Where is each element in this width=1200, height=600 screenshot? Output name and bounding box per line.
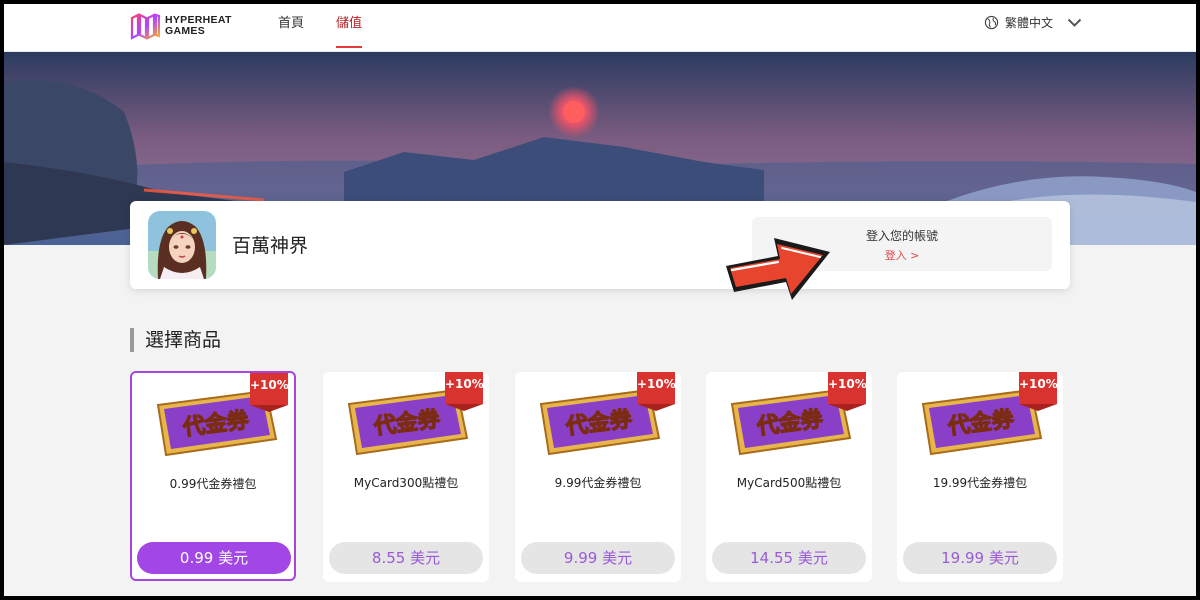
game-title: 百萬神界 xyxy=(232,235,309,257)
bonus-badge: +10% xyxy=(1019,372,1058,411)
product-card[interactable]: 代金券 +10% MyCard300點禮包 8.55 美元 xyxy=(323,372,489,582)
nav-topup[interactable]: 儲值 xyxy=(336,4,363,52)
bonus-badge: +10% xyxy=(828,372,867,411)
product-name: 9.99代金券禮包 xyxy=(554,476,642,490)
globe-icon xyxy=(984,15,999,30)
game-avatar xyxy=(148,211,216,279)
bonus-badge: +10% xyxy=(637,372,676,411)
red-arrow-icon xyxy=(726,238,830,300)
bonus-badge: +10% xyxy=(250,373,289,412)
price-button[interactable]: 8.55 美元 xyxy=(329,542,483,574)
product-name: MyCard300點禮包 xyxy=(353,476,459,490)
price-button[interactable]: 0.99 美元 xyxy=(137,542,291,574)
bonus-badge: +10% xyxy=(445,372,484,411)
nav-home[interactable]: 首頁 xyxy=(278,4,304,52)
logo-icon xyxy=(130,13,160,40)
price-button[interactable]: 9.99 美元 xyxy=(521,542,675,574)
product-card[interactable]: 代金券 +10% 19.99代金券禮包 19.99 美元 xyxy=(897,372,1063,582)
language-label: 繁體中文 xyxy=(1005,16,1054,30)
price-button[interactable]: 19.99 美元 xyxy=(903,542,1057,574)
product-card[interactable]: 代金券 +10% MyCard500點禮包 14.55 美元 xyxy=(706,372,872,582)
price-button[interactable]: 14.55 美元 xyxy=(712,542,866,574)
product-card[interactable]: 代金券 +10% 0.99代金券禮包 0.99 美元 xyxy=(130,371,296,581)
product-name: 0.99代金券禮包 xyxy=(169,477,257,491)
hyperheat-logo[interactable]: HYPERHEAT GAMES xyxy=(130,12,232,40)
game-character-portrait xyxy=(148,211,216,279)
section-title: 選擇商品 xyxy=(130,328,221,352)
page-frame: HYPERHEAT GAMES 首頁 儲值 繁體中文 百萬神界 登入您的帳號 登… xyxy=(4,4,1196,596)
logo-line-2: GAMES xyxy=(165,25,206,37)
product-card[interactable]: 代金券 +10% 9.99代金券禮包 9.99 美元 xyxy=(515,372,681,582)
product-name: MyCard500點禮包 xyxy=(736,476,842,490)
product-name: 19.99代金券禮包 xyxy=(932,476,1028,490)
main-nav: 首頁 儲值 xyxy=(278,4,363,52)
chevron-down-icon xyxy=(1067,18,1082,27)
game-info-card: 百萬神界 登入您的帳號 登入 > xyxy=(130,201,1070,289)
top-navigation-bar: HYPERHEAT GAMES 首頁 儲值 繁體中文 xyxy=(4,4,1196,52)
language-selector[interactable]: 繁體中文 xyxy=(984,14,1082,31)
product-grid: 代金券 +10% 0.99代金券禮包 0.99 美元 代金券 +10% MyCa… xyxy=(130,371,1070,592)
